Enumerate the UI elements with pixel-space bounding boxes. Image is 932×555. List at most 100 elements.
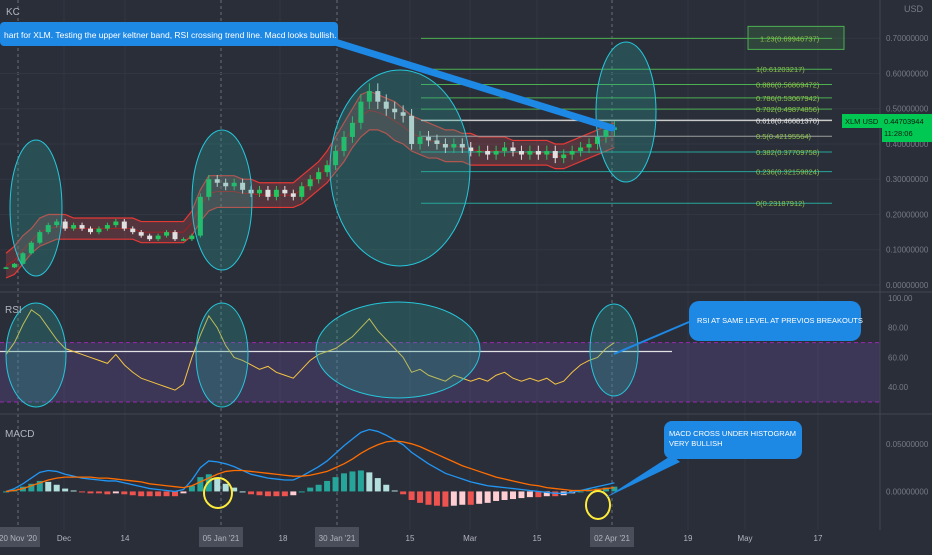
macd-annotation-callout[interactable]: MACD CROSS UNDER HISTOGRAM VERY BULLISH <box>664 421 802 459</box>
x-axis-tick-label: 05 Jan '21 <box>203 534 240 543</box>
macd-axis-tick-label: 0.00000000 <box>886 487 929 496</box>
macd-histogram-bar <box>87 491 94 494</box>
macd-histogram-bar <box>112 491 119 494</box>
candle-body <box>282 189 288 194</box>
x-axis-tick-label: 15 <box>406 534 415 543</box>
candle-body <box>180 239 186 241</box>
macd-histogram-bar <box>324 480 331 492</box>
macd-axis-tick-label: 0.05000000 <box>886 440 929 449</box>
highlight-ellipse <box>9 139 63 277</box>
price-axis-tick-label: 0.00000000 <box>886 281 929 290</box>
candle-body <box>290 193 296 197</box>
candle-body <box>569 151 575 155</box>
top-annotation-callout[interactable]: hart for XLM. Testing the upper keltner … <box>0 22 338 46</box>
macd-histogram-bar <box>264 491 271 497</box>
macd-histogram-bar <box>315 484 322 492</box>
candle-body <box>502 147 508 152</box>
macd-histogram-bar <box>391 490 398 492</box>
currency-label: USD <box>904 4 924 14</box>
macd-histogram-bar <box>129 491 136 496</box>
macd-histogram-bar <box>417 491 424 503</box>
candle-body <box>113 221 119 226</box>
macd-histogram-bar <box>383 484 390 492</box>
fib-level-label: 0.786(0.53067942) <box>756 94 820 103</box>
candle-body <box>138 232 144 236</box>
candle-body <box>172 232 178 240</box>
macd-histogram-bar <box>146 491 153 497</box>
candle-body <box>476 151 482 153</box>
trading-chart[interactable]: 1.23(0.69946737) 1(0.61203217) 0.886(0.568… <box>0 0 932 550</box>
price-axis-tick-label: 0.70000000 <box>886 34 929 43</box>
macd-histogram-bar <box>467 491 474 505</box>
last-price-value: 0.44703944 <box>884 117 924 126</box>
macd-histogram-bar <box>493 491 500 501</box>
macd-histogram-bar <box>518 491 525 499</box>
fib-level-label: 1(0.61203217) <box>756 65 805 74</box>
macd-histogram-bar <box>298 491 305 493</box>
macd-histogram-bar <box>366 472 373 492</box>
candle-body <box>485 151 491 155</box>
rsi-highlight-ellipse <box>589 303 639 397</box>
candle-body <box>88 228 93 233</box>
x-axis-tick-label: May <box>737 534 752 543</box>
macd-histogram-bar <box>349 471 356 492</box>
candle-body <box>62 221 68 229</box>
macd-histogram-bar <box>501 491 508 500</box>
candle-body <box>316 172 322 180</box>
rsi-annotation-callout[interactable]: RSI AT SAME LEVEL AT PREVIOS BREAKOUTS <box>689 301 863 341</box>
x-axis-tick-label: 17 <box>814 534 823 543</box>
macd-histogram-bar <box>197 477 204 492</box>
last-price-time: 11:28:06 <box>884 129 913 138</box>
candle-body <box>104 225 110 229</box>
macd-histogram-bar <box>180 491 187 494</box>
price-axis-tick-label: 0.30000000 <box>886 175 929 184</box>
rsi-axis-tick-label: 80.00 <box>888 324 909 333</box>
x-axis-tick-label: Mar <box>463 534 477 543</box>
fib-level-label: 0.702(0.49874856) <box>756 105 820 114</box>
macd-histogram-bar <box>273 491 280 497</box>
candle-body <box>155 235 161 240</box>
x-axis-tick-label: 14 <box>121 534 130 543</box>
candle-body <box>527 151 533 155</box>
candle-body <box>544 151 550 155</box>
candle-body <box>518 151 524 155</box>
macd-histogram-bar <box>248 491 255 495</box>
macd-histogram-bar <box>450 491 457 506</box>
fib-level-label: 0.886(0.56869472) <box>756 80 820 89</box>
macd-histogram-bar <box>163 491 170 497</box>
candle-body <box>535 151 541 155</box>
fib-level-label: 1.23(0.69946737) <box>760 34 820 43</box>
macd-pane-title: MACD <box>5 429 34 440</box>
rsi-pane-title: RSI <box>5 305 22 316</box>
macd-histogram-bar <box>62 488 69 492</box>
macd-histogram-bar <box>121 491 128 495</box>
candle-body <box>11 263 17 268</box>
macd-histogram-bar <box>307 487 314 492</box>
candle-body <box>307 179 313 187</box>
price-axis-tick-label: 0.50000000 <box>886 105 929 114</box>
macd-histogram-bar <box>526 491 533 498</box>
price-axis-tick-label: 0.60000000 <box>886 69 929 78</box>
rsi-highlight-ellipse <box>5 302 67 408</box>
rsi-highlight-ellipse <box>315 301 481 399</box>
candle-body <box>164 232 170 236</box>
highlight-ellipse <box>329 69 471 267</box>
candle-body <box>324 165 330 173</box>
macd-histogram-bar <box>281 491 288 497</box>
x-axis-tick-label: Dec <box>57 534 71 543</box>
x-axis-tick-label: 15 <box>533 534 542 543</box>
candle-body <box>561 154 567 159</box>
macd-histogram-bar <box>222 483 229 492</box>
chart-canvas[interactable]: 1.23(0.69946737) 1(0.61203217) 0.886(0.568… <box>0 0 932 550</box>
macd-histogram-bar <box>256 491 263 496</box>
candle-body <box>121 221 127 229</box>
candle-body <box>130 228 136 233</box>
rsi-annotation-text: RSI AT SAME LEVEL AT PREVIOS BREAKOUTS <box>697 316 863 325</box>
x-axis-tick-label: 18 <box>279 534 288 543</box>
x-axis-tick-label: 30 Jan '21 <box>319 534 356 543</box>
macd-histogram-bar <box>510 491 516 500</box>
candle-body <box>79 225 85 229</box>
macd-histogram-bar <box>433 491 440 506</box>
x-axis-tick-label: 02 Apr '21 <box>594 534 630 543</box>
candle-body <box>257 189 262 194</box>
